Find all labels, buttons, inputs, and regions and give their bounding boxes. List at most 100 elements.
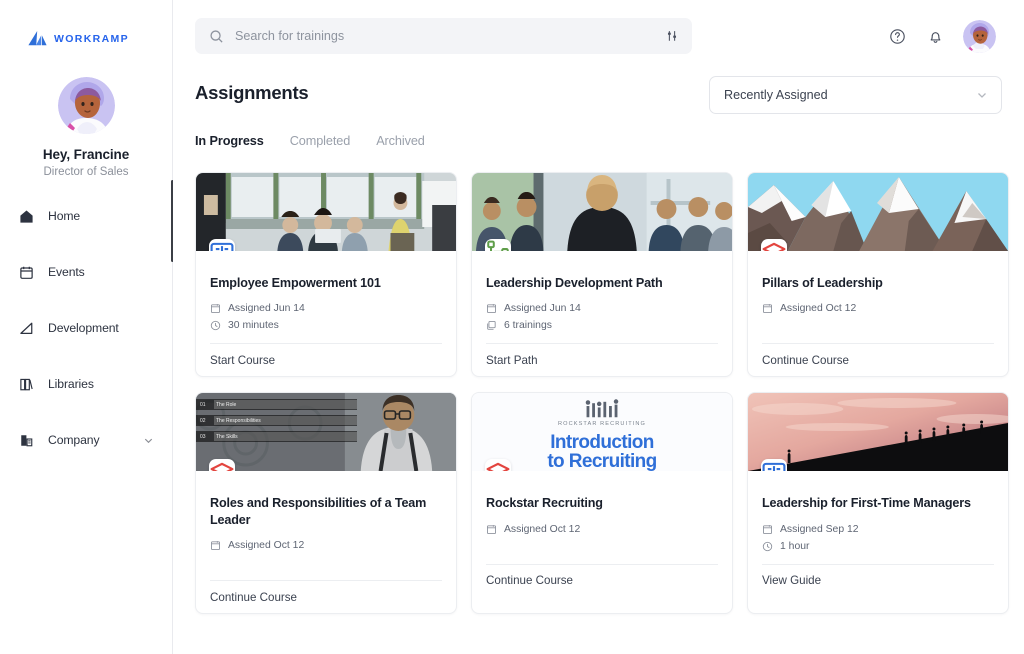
graduation-cap-icon bbox=[486, 463, 510, 472]
assignment-card[interactable]: Pillars of Leadership Assigned Oct 12 Co… bbox=[747, 172, 1009, 378]
card-action-link[interactable]: Start Course bbox=[210, 354, 275, 367]
card-action-link[interactable]: Continue Course bbox=[486, 574, 573, 587]
sidebar-item-development[interactable]: Development bbox=[0, 314, 172, 342]
books-icon bbox=[18, 376, 35, 393]
card-meta-text: 30 minutes bbox=[228, 320, 279, 332]
thumb-module-number: 02 bbox=[200, 417, 206, 424]
sidebar-item-home[interactable]: Home bbox=[0, 202, 172, 230]
card-action-link[interactable]: View Guide bbox=[762, 574, 821, 587]
tab-archived[interactable]: Archived bbox=[376, 134, 425, 150]
sidebar-item-label: Libraries bbox=[48, 377, 94, 391]
card-thumbnail bbox=[196, 173, 456, 251]
thumb-module-label: The Skills bbox=[216, 433, 238, 440]
card-body: Employee Empowerment 101 Assigned Jun 14 bbox=[196, 251, 456, 334]
lowpoly-mountains-image bbox=[748, 173, 1008, 251]
stairs-growth-icon bbox=[18, 320, 35, 337]
page-header: Assignments Recently Assigned bbox=[195, 76, 1002, 114]
card-body: Leadership for First-Time Managers Assig… bbox=[748, 471, 1008, 554]
sidebar-profile: Hey, Francine Director of Sales bbox=[0, 77, 172, 178]
sort-dropdown[interactable]: Recently Assigned bbox=[709, 76, 1002, 114]
card-meta-list: Assigned Jun 14 6 trainings bbox=[486, 300, 718, 334]
sidebar-item-label: Events bbox=[48, 265, 85, 279]
clock-icon bbox=[210, 321, 221, 331]
filter-sliders-icon[interactable] bbox=[665, 29, 679, 43]
card-meta-text: Assigned Jun 14 bbox=[228, 303, 305, 315]
topbar bbox=[173, 0, 1024, 72]
card-meta-text: Assigned Oct 12 bbox=[228, 540, 305, 552]
card-meta-duration: 1 hour bbox=[762, 538, 994, 555]
card-type-badge bbox=[761, 239, 787, 251]
speaker-back-audience-image bbox=[472, 173, 732, 251]
card-meta-text: 1 hour bbox=[780, 540, 810, 552]
card-footer: Continue Course bbox=[486, 563, 718, 597]
card-body: Roles and Responsibilities of a Team Lea… bbox=[196, 471, 456, 554]
card-meta-list: Assigned Sep 12 1 hour bbox=[762, 521, 994, 555]
book-open-icon bbox=[762, 463, 786, 472]
office-whiteboard-meeting-image bbox=[196, 173, 456, 251]
assigned-calendar-icon bbox=[211, 304, 220, 314]
card-footer: Start Path bbox=[486, 343, 718, 376]
help-circle-icon[interactable] bbox=[887, 26, 907, 46]
card-thumbnail: ROCKSTAR RECRUITING Introduction to Recr… bbox=[472, 393, 732, 472]
card-meta-list: Assigned Oct 12 bbox=[210, 537, 442, 554]
card-type-badge bbox=[209, 239, 235, 251]
thumb-title-line1: Introduction bbox=[550, 431, 654, 453]
card-title: Roles and Responsibilities of a Team Lea… bbox=[210, 496, 427, 527]
workramp-triangle-logo-icon bbox=[28, 31, 47, 46]
thumb-module-number: 03 bbox=[200, 433, 206, 440]
graduation-cap-icon bbox=[210, 463, 234, 472]
brand-name: WORKRAMP bbox=[54, 32, 129, 45]
sidebar-item-events[interactable]: Events bbox=[0, 258, 172, 286]
card-action-link[interactable]: Continue Course bbox=[210, 591, 297, 604]
assignment-card[interactable]: Leadership for First-Time Managers Assig… bbox=[747, 392, 1009, 615]
sidebar-item-label: Development bbox=[48, 321, 119, 335]
card-meta-assigned: Assigned Jun 14 bbox=[210, 300, 442, 317]
brand-logo[interactable]: WORKRAMP bbox=[0, 0, 172, 46]
assignment-tabs: In Progress Completed Archived bbox=[195, 134, 1002, 150]
calendar-icon bbox=[18, 264, 35, 281]
sidebar-item-company[interactable]: Company bbox=[0, 426, 172, 454]
assignment-card[interactable]: Employee Empowerment 101 Assigned Jun 14 bbox=[195, 172, 457, 378]
card-footer: Continue Course bbox=[762, 343, 994, 376]
chevron-down-icon[interactable] bbox=[143, 435, 154, 446]
assignments-section: Assignments Recently Assigned In Progres… bbox=[173, 76, 1024, 615]
avatar[interactable] bbox=[963, 19, 996, 53]
search-bar[interactable] bbox=[195, 18, 692, 54]
card-title: Employee Empowerment 101 bbox=[210, 276, 381, 290]
thumb-module-row: 03 The Skills bbox=[196, 431, 358, 443]
card-type-badge bbox=[485, 239, 511, 251]
card-thumbnail bbox=[748, 393, 1008, 472]
tab-completed[interactable]: Completed bbox=[290, 134, 351, 150]
card-thumbnail bbox=[472, 173, 732, 251]
sidebar-item-label: Home bbox=[48, 209, 81, 223]
card-meta-text: Assigned Oct 12 bbox=[504, 523, 581, 535]
tab-in-progress[interactable]: In Progress bbox=[195, 134, 264, 150]
assignment-card[interactable]: 01 The Role 02 The Responsibilities 03 T… bbox=[195, 392, 457, 615]
card-footer: Continue Course bbox=[210, 580, 442, 613]
card-action-link[interactable]: Start Path bbox=[486, 354, 538, 367]
card-type-badge bbox=[209, 459, 235, 472]
card-meta-list: Assigned Oct 12 bbox=[486, 521, 718, 538]
search-icon bbox=[210, 29, 223, 43]
main-content: Assignments Recently Assigned In Progres… bbox=[173, 0, 1024, 654]
assignment-card[interactable]: ROCKSTAR RECRUITING Introduction to Recr… bbox=[471, 392, 733, 615]
search-input[interactable] bbox=[235, 29, 654, 43]
card-action-link[interactable]: Continue Course bbox=[762, 354, 849, 367]
building-icon bbox=[18, 432, 35, 449]
home-icon bbox=[18, 208, 35, 225]
card-meta-list: Assigned Oct 12 bbox=[762, 300, 994, 317]
bell-icon[interactable] bbox=[925, 26, 945, 46]
thumb-module-number: 01 bbox=[200, 401, 206, 408]
rockstar-logo-icon bbox=[585, 399, 619, 418]
sidebar-item-label: Company bbox=[48, 433, 100, 447]
thumb-module-row: 01 The Role bbox=[196, 399, 358, 411]
assigned-calendar-icon bbox=[487, 524, 496, 534]
assignment-card[interactable]: Leadership Development Path Assigned Jun… bbox=[471, 172, 733, 378]
card-body: Pillars of Leadership Assigned Oct 12 bbox=[748, 251, 1008, 317]
chevron-down-icon bbox=[978, 93, 986, 98]
sidebar-item-libraries[interactable]: Libraries bbox=[0, 370, 172, 398]
avatar bbox=[57, 77, 115, 134]
assignment-card-grid: Employee Empowerment 101 Assigned Jun 14 bbox=[195, 172, 1009, 615]
card-body: Leadership Development Path Assigned Jun… bbox=[472, 251, 732, 334]
card-meta-text: Assigned Oct 12 bbox=[780, 303, 857, 315]
